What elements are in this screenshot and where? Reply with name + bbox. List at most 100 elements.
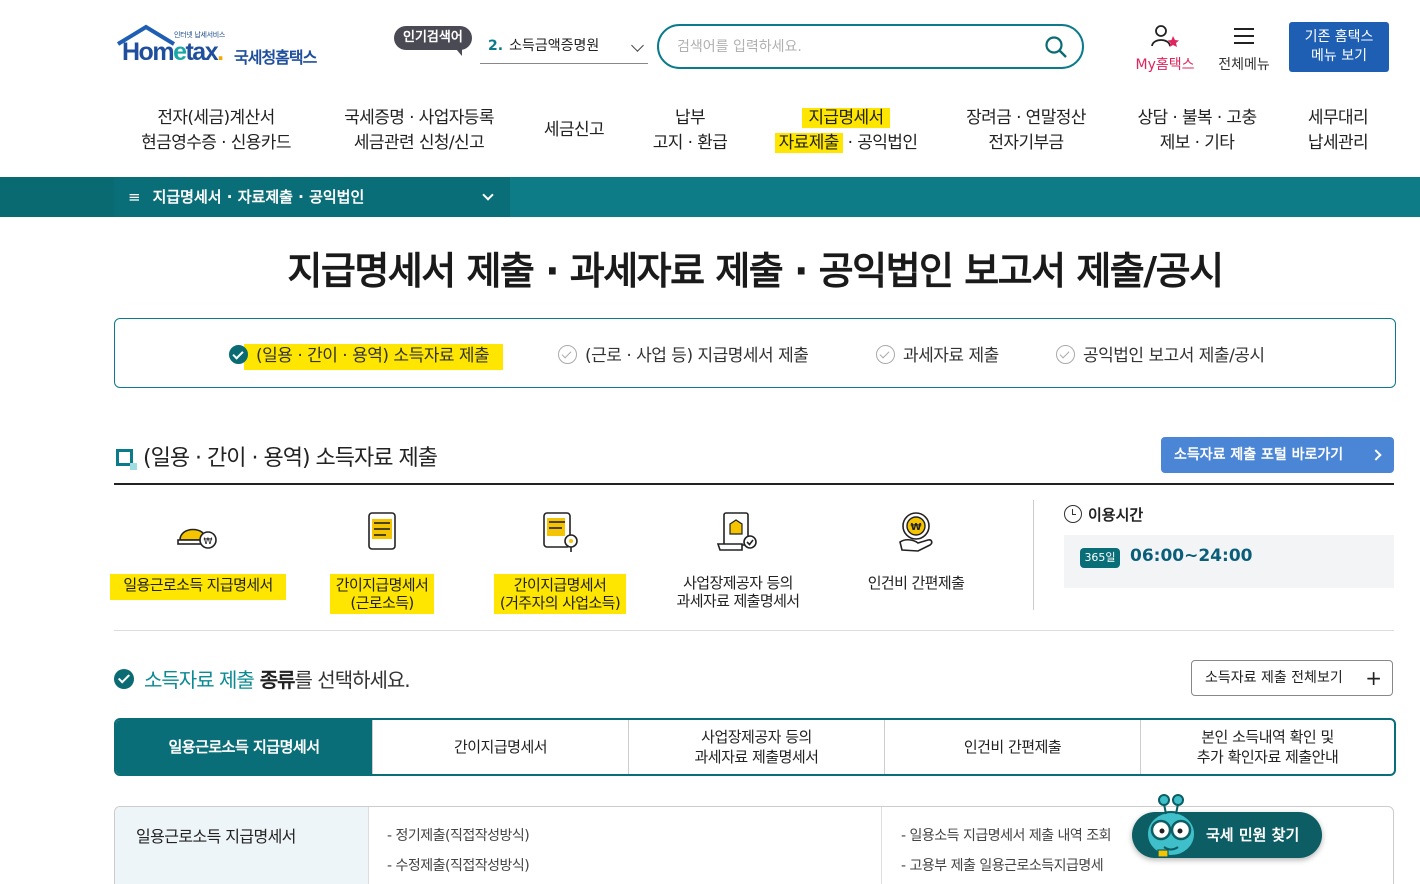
gnb-label-line2: 제보 · 기타 <box>1159 133 1235 153</box>
gnb-label-line1: 지급명세서 <box>766 106 926 131</box>
user-star-icon <box>1151 25 1179 47</box>
income-portal-shortcut-button[interactable]: 소득자료 제출 포털 바로가기 <box>1161 437 1394 473</box>
kind-tab-simple-statement[interactable]: 간이지급명세서 <box>372 720 628 774</box>
kind-tab-self-income-check[interactable]: 본인 소득내역 확인 및 추가 확인자료 제출안내 <box>1140 720 1394 774</box>
check-circle-icon <box>1056 345 1075 364</box>
tab-label: 과세자료 제출 <box>903 346 999 366</box>
all-menu-label: 전체메뉴 <box>1218 57 1270 73</box>
page-title: 지급명세서 제출 · 과세자료 제출 · 공익법인 보고서 제출/공시 <box>287 249 1224 293</box>
old-menu-line2: 메뉴 보기 <box>1311 48 1367 64</box>
detail-link-correction-submit[interactable]: - 수정제출(직접작성방식) <box>387 855 530 875</box>
gnb-label-line2: 자료제출 · 공익법인 <box>766 131 926 156</box>
service-hours-label: 이용시간 <box>1088 506 1144 524</box>
document-pin-icon <box>543 512 578 552</box>
search-box <box>657 24 1084 69</box>
section-divider-light <box>114 630 1394 631</box>
search-icon[interactable] <box>1044 35 1068 59</box>
tab-taxable-data[interactable]: 과세자료 제출 <box>876 341 999 366</box>
section-title-text: (일용 · 간이 · 용역) 소득자료 제출 <box>143 446 438 471</box>
gnb-item-e-invoice[interactable]: 전자(세금)계산서 현금영수증 · 신용카드 <box>136 106 296 176</box>
hand-coin-icon: ₩ <box>899 512 933 552</box>
old-menu-line1: 기존 홈택스 <box>1304 29 1374 45</box>
gnb-label-line2: 납세관리 <box>1307 133 1369 153</box>
popular-search-badge: 인기검색어 <box>394 26 472 56</box>
svg-text:₩: ₩ <box>910 522 921 533</box>
float-button-label: 국세 민원 찾기 <box>1206 826 1300 844</box>
view-all-label: 소득자료 제출 전체보기 <box>1205 670 1343 686</box>
header: 인터넷 납세서비스 Hometax. 국세청홈택스 인기검색어 2. 소득금액증명… <box>0 0 1420 90</box>
heading-rest: 를 선택하세요. <box>294 668 411 692</box>
card-label-line2: (거주자의 사업소득) <box>499 594 621 612</box>
view-all-button[interactable]: 소득자료 제출 전체보기 + <box>1191 660 1393 696</box>
detail-link-submission-history[interactable]: - 일용소득 지급명세서 제출 내역 조회 <box>901 825 1112 845</box>
my-hometax-label: My홈택스 <box>1135 57 1195 73</box>
card-workplace-provider-statement[interactable]: 사업장제공자 등의 과세자료 제출명세서 <box>648 510 828 610</box>
check-circle-icon <box>558 345 577 364</box>
document-check-icon <box>716 512 757 551</box>
kind-tab-workplace-provider[interactable]: 사업장제공자 등의 과세자료 제출명세서 <box>628 720 884 774</box>
old-hometax-menu-button[interactable]: 기존 홈택스 메뉴 보기 <box>1289 22 1389 72</box>
gnb-label-line1: 상담 · 불복 · 고충 <box>1137 108 1257 128</box>
days-badge: 365일 <box>1080 548 1120 568</box>
kind-tab-label: 인건비 간편제출 <box>963 738 1062 756</box>
chevron-down-icon <box>482 189 494 201</box>
gnb-label-text: · 공익법인 <box>842 133 918 153</box>
popular-rank: 2. <box>488 38 504 54</box>
tab-daily-simple-service[interactable]: (일용 · 간이 · 용역) 소득자료 제출 <box>229 341 504 370</box>
kind-tab-label-line1: 본인 소득내역 확인 및 <box>1201 728 1334 746</box>
gnb-label-line2: 세금관련 신청/신고 <box>353 133 485 153</box>
mascot-icon[interactable] <box>1138 792 1204 862</box>
detail-column-divider <box>881 807 882 884</box>
hometax-logo[interactable]: 인터넷 납세서비스 Hometax. 국세청홈택스 <box>116 22 336 74</box>
all-menu-button[interactable]: 전체메뉴 <box>1212 24 1276 74</box>
tab-public-corp-report[interactable]: 공익법인 보고서 제출/공시 <box>1056 341 1265 366</box>
gnb-label-highlight: 지급명세서 <box>802 108 890 128</box>
income-kind-tabs: 일용근로소득 지급명세서 간이지급명세서 사업장제공자 등의 과세자료 제출명세서… <box>114 718 1396 776</box>
detail-link-labor-ministry[interactable]: - 고용부 제출 일용근로소득지급명세 <box>901 855 1104 875</box>
detail-link-label: 수정제출(직접작성방식) <box>395 858 530 874</box>
card-simple-statement-wage[interactable]: 간이지급명세서 (근로소득) <box>292 510 472 614</box>
select-kind-heading: 소득자료 제출 종류를 선택하세요. <box>114 664 411 693</box>
search-input[interactable] <box>677 35 1037 59</box>
gnb-label-highlight: 자료제출 <box>774 133 843 153</box>
menu-icon: ≡ <box>128 188 141 206</box>
breadcrumb: ≡ 지급명세서 · 자료제출 · 공익법인 <box>0 177 1420 217</box>
gnb-label-line2: 전자기부금 <box>988 133 1064 153</box>
detail-link-label: 일용소득 지급명세서 제출 내역 조회 <box>909 828 1112 844</box>
gnb-item-payment-statement[interactable]: 지급명세서 자료제출 · 공익법인 <box>766 106 926 176</box>
my-hometax-button[interactable]: My홈택스 <box>1130 24 1200 74</box>
gnb-item-consultation[interactable]: 상담 · 불복 · 고충 제보 · 기타 <box>1124 106 1270 176</box>
card-simple-statement-business[interactable]: 간이지급명세서 (거주자의 사업소득) <box>470 510 650 614</box>
gnb-item-tax-agent[interactable]: 세무대리 납세관리 <box>1296 106 1380 176</box>
gnb-label-line1: 전자(세금)계산서 <box>157 108 275 128</box>
square-bullet-icon <box>116 449 137 470</box>
tab-label: (근로 · 사업 등) 지급명세서 제출 <box>585 346 809 366</box>
gnb-item-incentive[interactable]: 장려금 · 연말정산 전자기부금 <box>954 106 1098 176</box>
tab-wage-business[interactable]: (근로 · 사업 등) 지급명세서 제출 <box>558 341 809 366</box>
popular-search-select[interactable]: 2. 소득금액증명원 <box>480 30 648 64</box>
heading-bold: 종류 <box>253 668 296 692</box>
check-circle-icon <box>876 345 895 364</box>
card-label-line1: 간이지급명세서 <box>513 576 607 594</box>
detail-title: 일용근로소득 지급명세서 <box>136 827 296 846</box>
card-label-line1: 인건비 간편제출 <box>867 574 965 592</box>
detail-link-label: 정기제출(직접작성방식) <box>395 828 530 844</box>
kind-tab-daily-wage[interactable]: 일용근로소득 지급명세서 <box>116 720 372 774</box>
gnb-label-line1: 장려금 · 연말정산 <box>966 108 1086 128</box>
card-label: 일용근로소득 지급명세서 <box>110 574 286 600</box>
check-circle-icon <box>114 669 134 689</box>
card-labor-cost-simple[interactable]: ₩ 인건비 간편제출 <box>826 510 1006 592</box>
kind-tab-label: 일용근로소득 지급명세서 <box>168 738 320 756</box>
detail-link-regular-submit[interactable]: - 정기제출(직접작성방식) <box>387 825 530 845</box>
card-label: 인건비 간편제출 <box>868 574 965 592</box>
service-hours-value: 06:00~24:00 <box>1130 546 1253 566</box>
check-circle-icon <box>229 345 248 364</box>
clock-icon <box>1064 505 1082 523</box>
card-daily-wage-statement[interactable]: ₩ 일용근로소득 지급명세서 <box>108 510 288 600</box>
gnb-item-certificate[interactable]: 국세증명 · 사업자등록 세금관련 신청/신고 <box>336 106 502 176</box>
gnb-item-payment[interactable]: 납부 고지 · 환급 <box>640 106 740 176</box>
popular-term: 소득금액증명원 <box>509 38 600 54</box>
kind-tab-labor-cost[interactable]: 인건비 간편제출 <box>884 720 1140 774</box>
card-label-line2: 과세자료 제출명세서 <box>676 592 801 610</box>
breadcrumb-current-menu[interactable]: ≡ 지급명세서 · 자료제출 · 공익법인 <box>114 177 510 217</box>
